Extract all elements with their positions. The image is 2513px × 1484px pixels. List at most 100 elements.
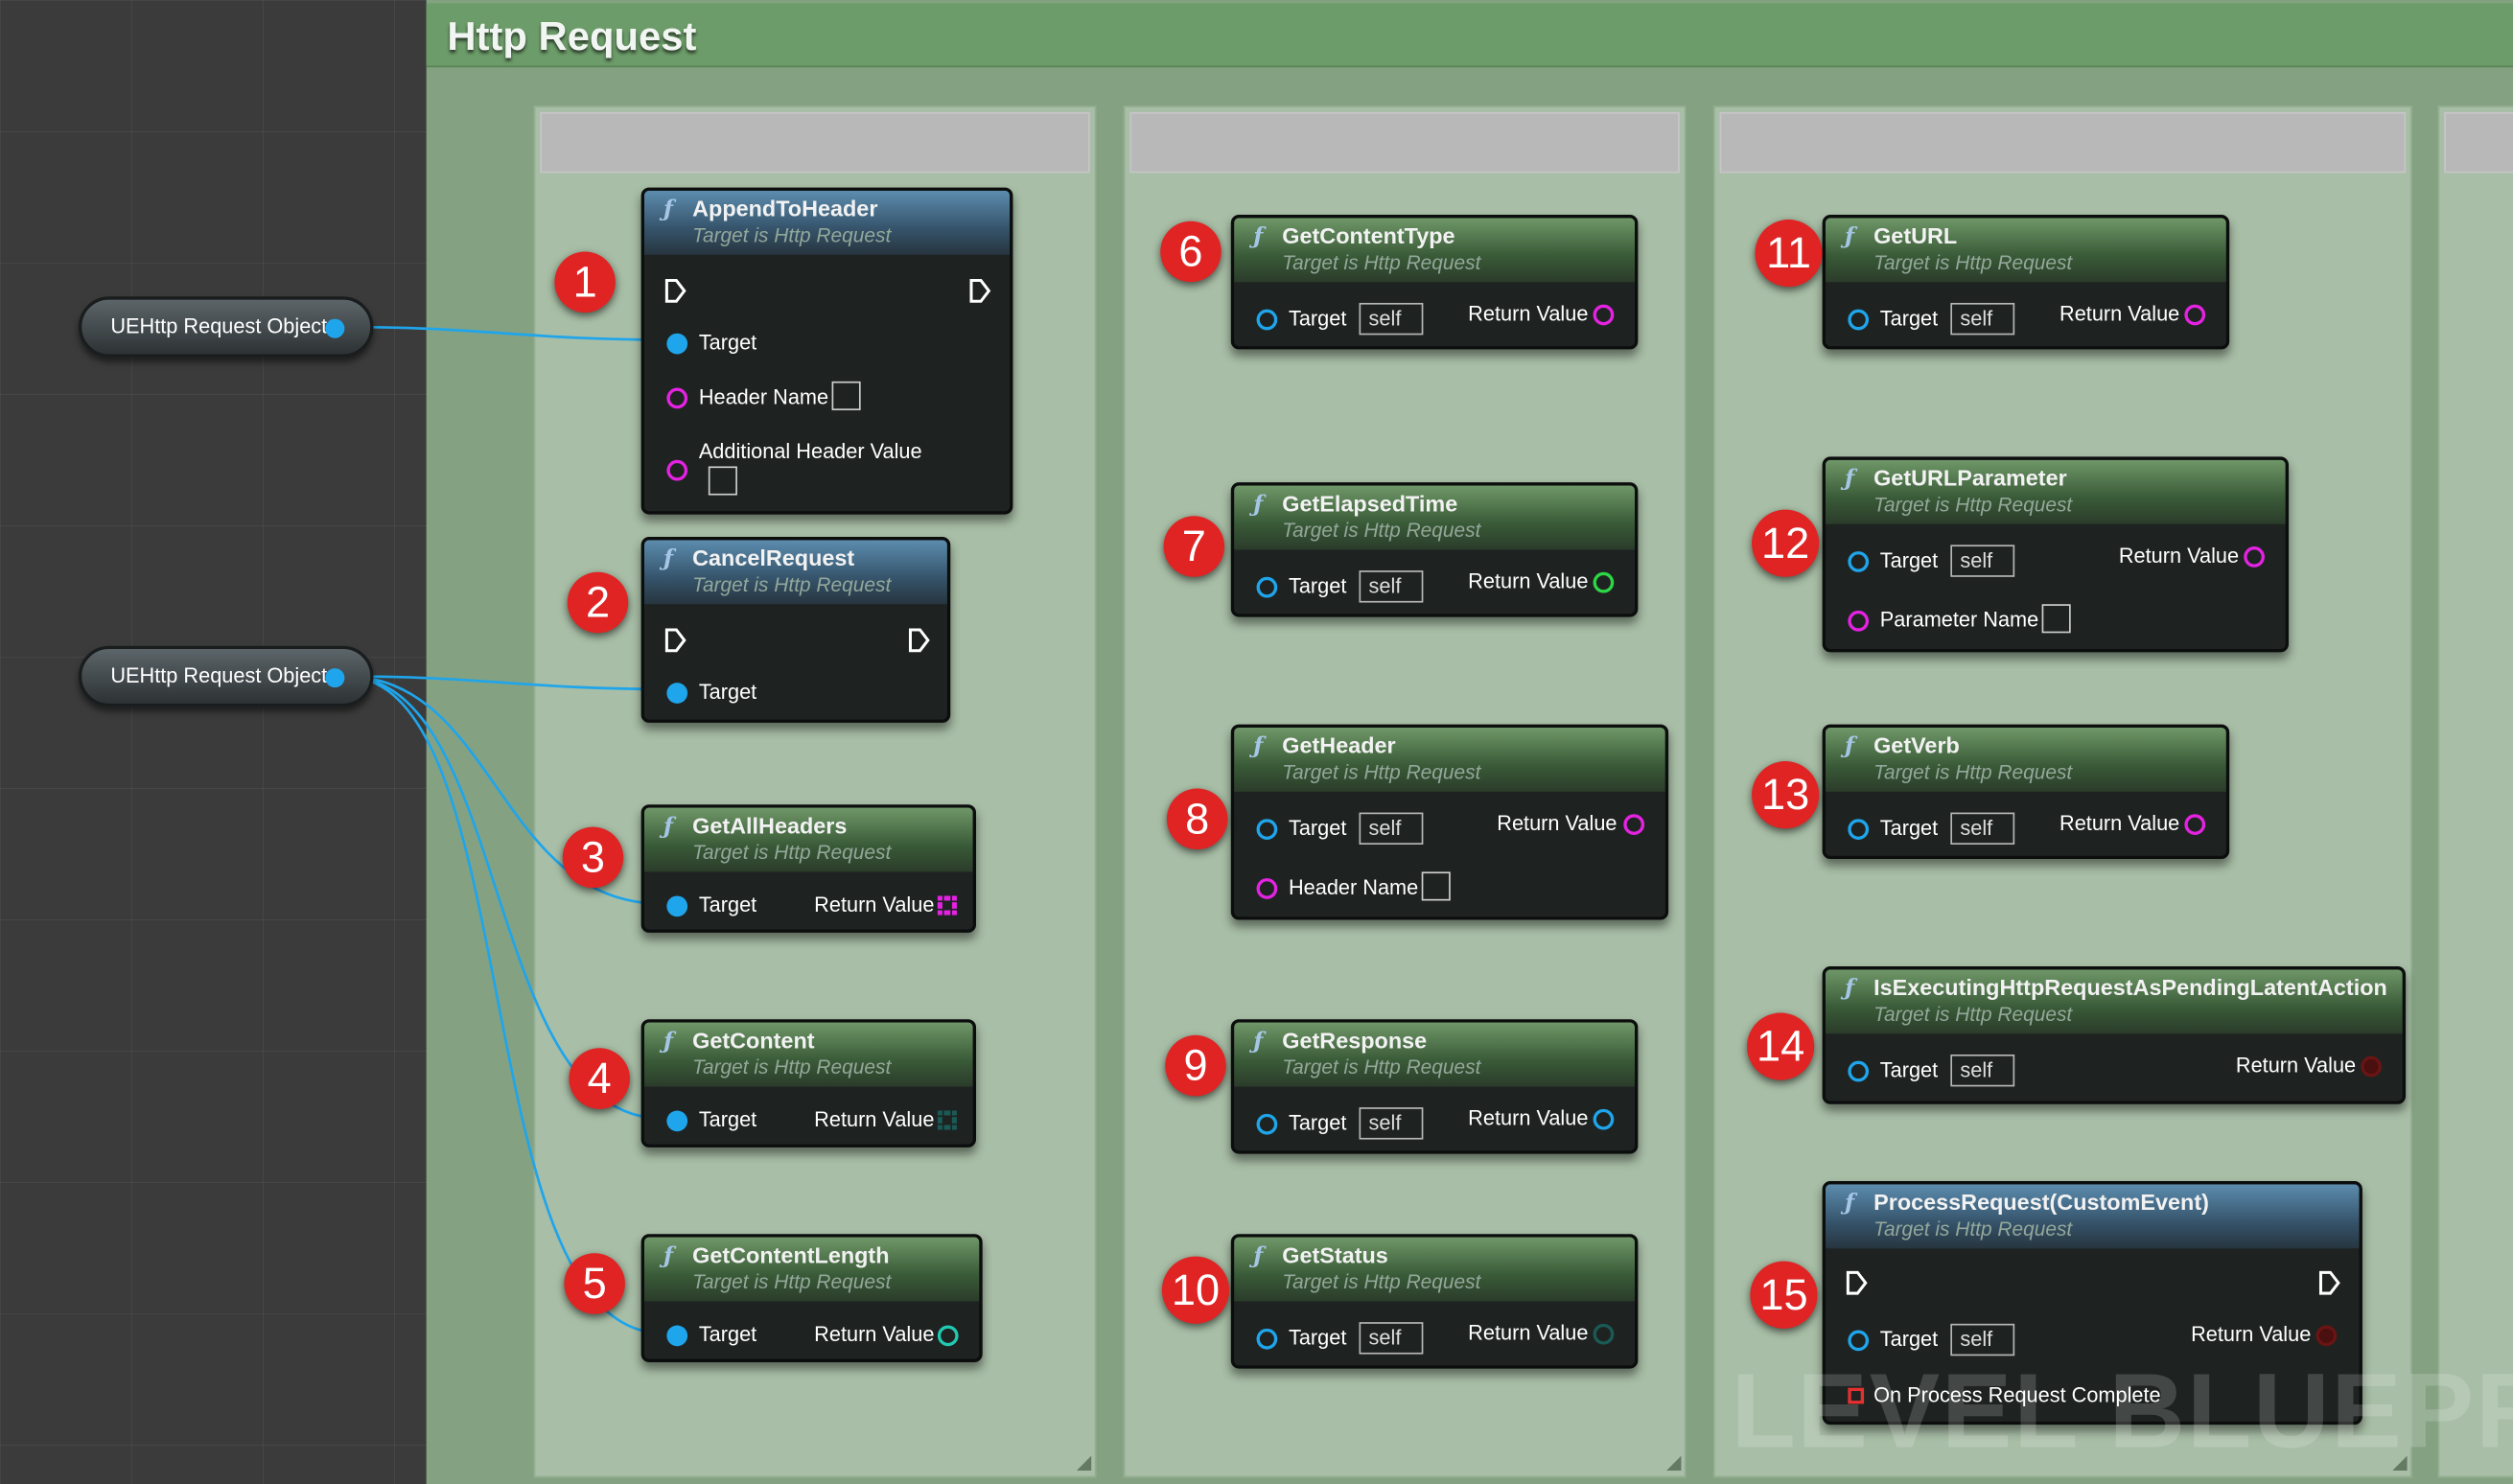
node-header[interactable]: ƒ GetAllHeaders Target is Http Request [643,807,973,872]
node-header[interactable]: ƒ GetContent Target is Http Request [643,1022,973,1087]
target-pin[interactable] [666,333,688,355]
node-get-all-headers[interactable]: ƒ GetAllHeaders Target is Http Request Tar… [640,804,977,933]
resize-handle-icon[interactable]: ◢ [1069,1450,1091,1472]
node-get-content[interactable]: ƒ GetContent Target is Http Request Target… [640,1019,977,1148]
function-icon: ƒ [663,1029,674,1055]
node-header[interactable]: ƒ CancelRequest Target is Http Request [643,540,947,605]
exec-output-pin-icon[interactable] [2317,1269,2341,1296]
node-subtitle: Target is Http Request [1873,493,2073,517]
exec-output-pin-icon[interactable] [907,627,931,654]
return-value-pin[interactable] [937,1325,959,1347]
parameter-name-pin[interactable] [1848,610,1870,632]
node-header[interactable]: ƒ IsExecutingHttpRequestAsPendingLatentAc… [1825,969,2403,1034]
target-self-field[interactable]: self [1950,812,2015,845]
additional-header-value-label: Additional Header Value [698,439,922,464]
node-subtitle: Target is Http Request [1282,1270,1481,1294]
node-title: GetContent [692,1027,815,1054]
target-self-field[interactable]: self [1950,302,2015,336]
target-self-field[interactable]: self [1359,570,1424,603]
target-pin[interactable] [1848,1330,1870,1352]
return-value-pin[interactable] [2184,814,2206,835]
array-return-pin-icon[interactable] [937,895,957,916]
node-get-verb[interactable]: ƒ GetVerb Target is Http Request Target se… [1822,724,2230,860]
target-pin[interactable] [1256,1113,1278,1135]
node-get-url[interactable]: ƒ GetURL Target is Http Request Target sel… [1822,215,2230,350]
target-self-field[interactable]: self [1950,545,2015,577]
target-pin[interactable] [666,1110,688,1132]
function-icon: ƒ [663,546,674,572]
node-header[interactable]: ƒ GetStatus Target is Http Request [1234,1237,1636,1302]
additional-header-value-pin[interactable] [666,459,688,481]
node-get-content-type[interactable]: ƒ GetContentType Target is Http Request Ta… [1230,215,1639,350]
target-pin[interactable] [666,683,688,704]
target-self-field[interactable]: self [1359,1322,1424,1355]
group-header[interactable] [2444,112,2513,174]
target-self-field[interactable]: self [1359,1107,1424,1140]
return-value-pin[interactable] [2361,1055,2382,1078]
header-name-pin[interactable] [666,387,688,409]
target-self-field[interactable]: self [1950,1054,2015,1087]
target-self-field[interactable]: self [1359,812,1424,845]
parameter-name-input[interactable] [2041,604,2071,634]
node-cancel-request[interactable]: ƒ CancelRequest Target is Http Request Tar… [640,537,951,723]
target-pin[interactable] [1256,1328,1278,1350]
node-header[interactable]: ƒ GetVerb Target is Http Request [1825,727,2226,792]
node-get-content-length[interactable]: ƒ GetContentLength Target is Http Request … [640,1234,983,1362]
http-request-object-node-2[interactable]: UEHttp Request Object [78,645,374,707]
return-value-pin[interactable] [2184,304,2206,326]
node-get-elapsed-time[interactable]: ƒ GetElapsedTime Target is Http Request Ta… [1230,482,1639,617]
target-pin[interactable] [1848,309,1870,331]
target-pin[interactable] [666,895,688,917]
return-value-pin[interactable] [2315,1325,2338,1347]
resize-handle-icon[interactable]: ◢ [1659,1450,1681,1472]
node-get-response[interactable]: ƒ GetResponse Target is Http Request Targe… [1230,1019,1639,1154]
node-header[interactable]: ƒ GetContentLength Target is Http Request [643,1237,980,1302]
return-value-pin[interactable] [1593,304,1615,326]
node-append-to-header[interactable]: ƒ AppendToHeader Target is Http Request Ta… [640,187,1013,515]
node-get-url-parameter[interactable]: ƒ GetURLParameter Target is Http Request T… [1822,456,2290,653]
object-output-pin[interactable] [325,318,345,338]
object-output-pin[interactable] [325,668,345,688]
return-value-pin[interactable] [1593,1323,1615,1345]
additional-header-value-input[interactable] [708,466,737,496]
node-header[interactable]: ƒ GetContentType Target is Http Request [1234,218,1636,283]
target-pin[interactable] [1848,551,1870,572]
exec-output-pin-icon[interactable] [968,277,992,304]
target-pin[interactable] [666,1325,688,1347]
target-pin[interactable] [1848,819,1870,840]
node-header[interactable]: ƒ AppendToHeader Target is Http Request [643,190,1011,255]
comment-title-bar[interactable]: Http Request [426,3,2513,68]
node-header[interactable]: ƒ GetURLParameter Target is Http Request [1825,459,2286,524]
node-header[interactable]: ƒ ProcessRequest(CustomEvent) Target is Ht… [1825,1184,2360,1249]
exec-input-pin-icon[interactable] [663,627,687,654]
group-header[interactable] [1129,112,1680,174]
node-get-header[interactable]: ƒ GetHeader Target is Http Request Target … [1230,724,1669,920]
target-self-field[interactable]: self [1359,302,1424,336]
return-value-pin[interactable] [1623,814,1645,835]
array-return-pin-icon[interactable] [937,1110,957,1130]
target-pin[interactable] [1848,1060,1870,1082]
group-box-4[interactable] [2437,105,2513,1478]
header-name-input[interactable] [831,381,861,410]
node-header[interactable]: ƒ GetHeader Target is Http Request [1234,727,1665,792]
http-request-object-node-1[interactable]: UEHttp Request Object [78,296,374,358]
header-name-pin[interactable] [1256,878,1278,899]
return-value-pin[interactable] [2244,546,2265,568]
exec-input-pin-icon[interactable] [663,277,687,304]
group-header[interactable] [1719,112,2407,174]
target-pin[interactable] [1256,819,1278,840]
function-icon: ƒ [1253,492,1264,518]
node-header[interactable]: ƒ GetURL Target is Http Request [1825,218,2226,283]
return-value-pin[interactable] [1593,1108,1615,1130]
node-get-status[interactable]: ƒ GetStatus Target is Http Request Target … [1230,1234,1639,1369]
node-header[interactable]: ƒ GetElapsedTime Target is Http Request [1234,485,1636,550]
return-value-pin[interactable] [1593,571,1615,593]
node-header[interactable]: ƒ GetResponse Target is Http Request [1234,1022,1636,1087]
target-pin[interactable] [1256,309,1278,331]
group-header[interactable] [540,112,1090,174]
node-is-executing-latent-action[interactable]: ƒ IsExecutingHttpRequestAsPendingLatentAc… [1822,966,2407,1104]
target-pin[interactable] [1256,576,1278,598]
node-subtitle: Target is Http Request [1873,1003,2073,1026]
header-name-input[interactable] [1421,871,1451,901]
exec-input-pin-icon[interactable] [1845,1269,1869,1296]
